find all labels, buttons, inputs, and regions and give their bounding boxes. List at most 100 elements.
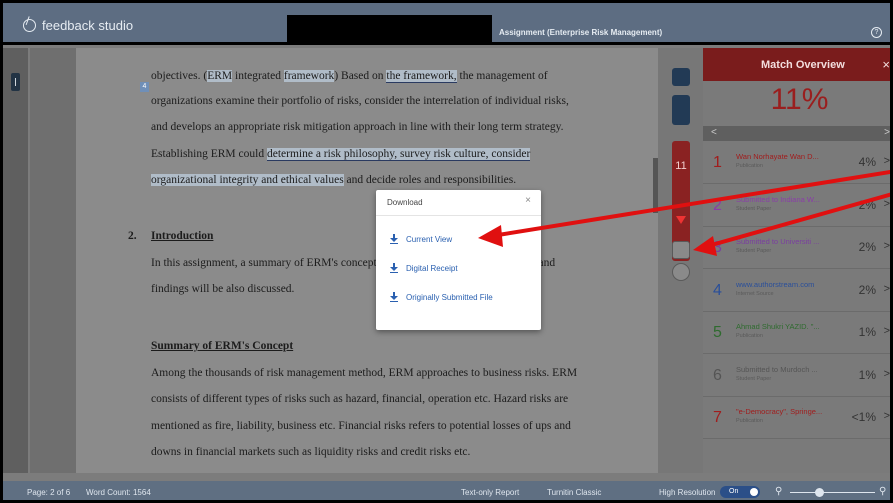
download-icon <box>390 263 398 273</box>
source-type: Student Paper <box>736 205 772 212</box>
brand-label: feedback studio <box>42 18 134 33</box>
chevron-right-icon[interactable]: > <box>884 155 890 167</box>
option-label: Current View <box>406 234 453 244</box>
brand[interactable]: feedback studio <box>23 18 133 33</box>
source-type: Publication <box>736 418 763 424</box>
source-percent: 2% <box>858 282 876 297</box>
left-strip <box>3 48 28 473</box>
doc-line: mentioned as fire, liability, business e… <box>151 420 571 432</box>
feedback-studio-app: feedback studio Assignment (Enterprise R… <box>0 0 893 503</box>
hl: the framework, <box>386 70 457 83</box>
source-title: Submitted to Murdoch ... <box>736 364 818 374</box>
match-overview-title: Match Overview <box>761 59 845 71</box>
chevron-right-icon[interactable]: > <box>884 240 890 252</box>
match-overview-panel: Match Overview × 11% < > 1 Wan Norhayate … <box>703 48 890 473</box>
prev-icon[interactable]: < <box>711 127 717 138</box>
match-source-row[interactable]: 7 "e-Democracy", Springe... Publication <1%… <box>703 397 890 439</box>
similarity-percent: 11% <box>770 83 829 116</box>
download-icon <box>390 234 398 244</box>
zoom-slider-handle[interactable] <box>815 488 824 497</box>
option-label: Digital Receipt <box>406 263 458 273</box>
download-current-view[interactable]: Current View <box>390 234 452 244</box>
chevron-right-icon[interactable]: > <box>884 410 890 422</box>
download-icon[interactable] <box>672 241 690 259</box>
layers-icon[interactable] <box>672 68 690 86</box>
section-number: 2. <box>128 230 137 242</box>
info-icon[interactable] <box>672 263 690 281</box>
source-percent: 2% <box>858 197 876 212</box>
doc-line: and develops an appropriate risk mitigat… <box>151 121 564 133</box>
download-dialog: Download × Current View Digital Receipt … <box>376 190 541 330</box>
high-resolution-toggle[interactable]: On <box>720 486 760 498</box>
source-number: 6 <box>713 366 722 384</box>
download-original-file[interactable]: Originally Submitted File <box>390 292 493 302</box>
chevron-right-icon[interactable]: > <box>884 283 890 295</box>
source-type: Student Paper <box>736 248 772 254</box>
grading-layer-button[interactable] <box>672 95 690 125</box>
source-title: Submitted to Indiana W... <box>736 194 820 204</box>
word-count: Word Count: 1564 <box>86 488 151 497</box>
source-percent: 4% <box>858 155 876 169</box>
source-type: Student Paper <box>736 375 772 382</box>
dialog-divider <box>376 215 541 216</box>
source-number: 3 <box>713 239 722 256</box>
source-type: Publication <box>736 333 763 339</box>
redacted-region <box>287 15 492 45</box>
source-number: 1 <box>713 154 722 171</box>
text-only-report-link[interactable]: Text-only Report <box>461 488 519 497</box>
match-source-row[interactable]: 4 www.authorstream.com Internet Source 2% > <box>703 270 890 312</box>
download-digital-receipt[interactable]: Digital Receipt <box>390 263 458 273</box>
close-icon[interactable]: × <box>882 57 890 72</box>
match-overview-header: Match Overview × <box>703 48 890 81</box>
source-number: 7 <box>713 409 722 426</box>
match-nav: < > <box>703 126 890 141</box>
zoom-in-icon[interactable]: ⚲ <box>879 486 886 497</box>
doc-line: objectives. (ERM integrated framework) B… <box>151 70 548 83</box>
match-source-row[interactable]: 2 Submitted to Indiana W... Student Paper 2… <box>703 185 890 227</box>
doc-line: downs in financial markets such as liqui… <box>151 446 471 458</box>
zoom-slider[interactable] <box>790 492 875 493</box>
doc-line: Among the thousands of risk management m… <box>151 367 578 379</box>
doc-line: organizations examine their portfolio of… <box>151 95 569 107</box>
hl: ERM <box>207 70 233 82</box>
chevron-right-icon[interactable]: > <box>884 368 890 380</box>
page-indicator: Page: 2 of 6 <box>27 488 71 497</box>
chevron-right-icon[interactable]: > <box>884 325 890 337</box>
turnitin-classic-link[interactable]: Turnitin Classic <box>547 488 601 497</box>
help-icon[interactable]: ? <box>871 27 882 38</box>
match-marker[interactable]: 4 <box>140 82 149 92</box>
source-percent: 1% <box>858 367 876 382</box>
doc-line: consists of different types of risks suc… <box>151 393 569 405</box>
zoom-out-icon[interactable]: ⚲ <box>775 486 782 497</box>
high-resolution-label: High Resolution <box>659 488 716 497</box>
source-type: Internet Source <box>736 290 774 297</box>
next-icon[interactable]: > <box>884 127 890 138</box>
hl: framework <box>283 70 335 82</box>
source-title: Ahmad Shukri YAZID. "... <box>736 322 820 331</box>
section-heading-summary: Summary of ERM's Concept <box>151 340 294 352</box>
assignment-title: Assignment (Enterprise Risk Management) <box>499 28 663 37</box>
chevron-right-icon[interactable]: > <box>884 198 890 210</box>
match-source-row[interactable]: 3 Submitted to Universiti ... Student Pape… <box>703 227 890 269</box>
source-percent: <1% <box>851 410 876 424</box>
source-number: 2 <box>713 196 722 214</box>
feedback-studio-logo-icon <box>23 19 36 32</box>
source-number: 5 <box>713 324 722 341</box>
doc-line: findings will be also discussed. <box>151 283 295 295</box>
source-percent: 2% <box>858 240 876 254</box>
match-source-row[interactable]: 1 Wan Norhayate Wan D... Publication 4% > <box>703 142 890 184</box>
doc-line: Establishing ERM could determine a risk … <box>151 148 531 161</box>
filter-icon[interactable] <box>676 216 686 224</box>
match-source-row[interactable]: 6 Submitted to Murdoch ... Student Paper 1%… <box>703 355 890 397</box>
match-source-row[interactable]: 5 Ahmad Shukri YAZID. "... Publication 1% > <box>703 312 890 354</box>
status-bar: Page: 2 of 6 Word Count: 1564 Text-only … <box>3 481 890 500</box>
source-number: 4 <box>713 281 722 299</box>
source-type: Publication <box>736 163 763 169</box>
hl: determine a risk philosophy, survey risk… <box>266 148 531 161</box>
close-icon[interactable]: × <box>525 195 531 206</box>
side-panel-toggle[interactable] <box>11 73 20 91</box>
source-title: "e-Democracy", Springe... <box>736 407 823 416</box>
side-toolbar: 11 <box>658 48 703 473</box>
download-icon <box>390 292 398 302</box>
hl: organizational integrity and ethical val… <box>151 174 344 186</box>
